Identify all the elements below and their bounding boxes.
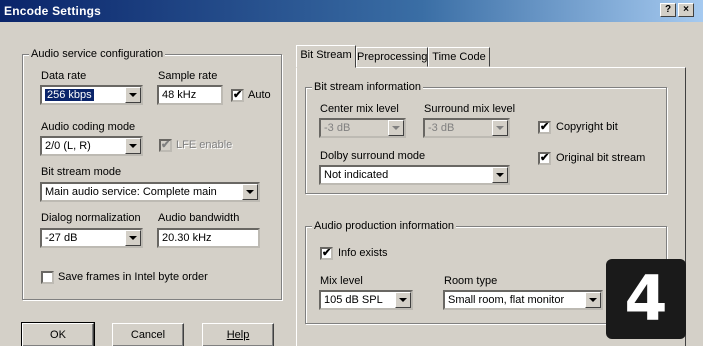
chevron-down-icon[interactable] — [125, 87, 141, 103]
data-rate-select[interactable]: 256 kbps — [40, 85, 143, 105]
chevron-down-icon[interactable] — [492, 167, 508, 183]
chevron-down-icon[interactable] — [395, 292, 411, 308]
center-mix-select[interactable]: -3 dB — [319, 118, 406, 138]
auto-label: Auto — [248, 89, 271, 101]
data-rate-value: 256 kbps — [45, 89, 94, 101]
dialog-norm-label: Dialog normalization — [41, 212, 141, 224]
copyright-label: Copyright bit — [556, 121, 618, 133]
chevron-down-icon[interactable] — [125, 138, 141, 154]
sample-rate-input[interactable]: 48 kHz — [157, 85, 223, 105]
mix-level-select[interactable]: 105 dB SPL — [319, 290, 413, 310]
original-bitstream-checkbox[interactable]: ✔ — [538, 152, 551, 165]
bandwidth-value: 20.30 kHz — [162, 232, 212, 244]
window-title: Encode Settings — [4, 4, 102, 18]
surround-mix-value: -3 dB — [428, 122, 455, 134]
encode-settings-dialog: Encode Settings ? × Audio service config… — [0, 0, 703, 346]
group-legend: Audio service configuration — [29, 48, 166, 60]
info-exists-label: Info exists — [338, 247, 388, 259]
step-number-badge: 4 — [606, 259, 686, 339]
chevron-down-icon[interactable] — [242, 184, 258, 200]
dolby-surround-select[interactable]: Not indicated — [319, 165, 510, 185]
data-rate-label: Data rate — [41, 70, 87, 82]
group-legend: Audio production information — [312, 220, 457, 232]
surround-mix-select[interactable]: -3 dB — [423, 118, 510, 138]
help-icon[interactable]: ? — [660, 3, 676, 17]
save-frames-label: Save frames in Intel byte order — [58, 271, 208, 283]
room-type-value: Small room, flat monitor — [448, 294, 565, 306]
tab-time-code[interactable]: Time Code — [428, 47, 490, 67]
lfe-checkbox[interactable]: ✔ — [159, 139, 172, 152]
dolby-surround-label: Dolby surround mode — [320, 150, 426, 162]
cancel-button[interactable]: Cancel — [112, 323, 184, 346]
help-button[interactable]: Help — [202, 323, 274, 346]
bit-stream-mode-select[interactable]: Main audio service: Complete main — [40, 182, 260, 202]
room-type-label: Room type — [444, 275, 498, 287]
save-frames-checkbox[interactable] — [41, 271, 54, 284]
chevron-down-icon[interactable] — [585, 292, 601, 308]
bandwidth-input[interactable]: 20.30 kHz — [157, 228, 260, 248]
original-bitstream-label: Original bit stream — [556, 152, 646, 164]
mix-level-label: Mix level — [320, 275, 363, 287]
chevron-down-icon[interactable] — [492, 120, 508, 136]
chevron-down-icon[interactable] — [388, 120, 404, 136]
tab-preprocessing[interactable]: Preprocessing — [356, 47, 428, 67]
lfe-label: LFE enable — [176, 139, 233, 151]
bit-stream-mode-value: Main audio service: Complete main — [45, 186, 217, 198]
chevron-down-icon[interactable] — [125, 230, 141, 246]
surround-mix-label: Surround mix level — [424, 103, 516, 115]
copyright-checkbox[interactable]: ✔ — [538, 121, 551, 134]
bit-stream-mode-label: Bit stream mode — [41, 166, 122, 178]
group-legend: Bit stream information — [312, 81, 423, 93]
ok-button[interactable]: OK — [21, 322, 95, 346]
dolby-surround-value: Not indicated — [324, 169, 389, 181]
room-type-select[interactable]: Small room, flat monitor — [443, 290, 603, 310]
mix-level-value: 105 dB SPL — [324, 294, 383, 306]
auto-checkbox[interactable]: ✔ — [231, 89, 244, 102]
sample-rate-value: 48 kHz — [162, 89, 197, 101]
bandwidth-label: Audio bandwidth — [158, 212, 240, 224]
info-exists-checkbox[interactable]: ✔ — [320, 247, 333, 260]
sample-rate-label: Sample rate — [158, 70, 218, 82]
center-mix-value: -3 dB — [324, 122, 351, 134]
tab-bit-stream[interactable]: Bit Stream — [296, 45, 356, 68]
dialog-norm-value: -27 dB — [45, 232, 78, 244]
coding-mode-select[interactable]: 2/0 (L, R) — [40, 136, 143, 156]
title-bar: Encode Settings ? × — [0, 0, 703, 22]
close-icon[interactable]: × — [678, 3, 694, 17]
coding-mode-label: Audio coding mode — [41, 121, 136, 133]
coding-mode-value: 2/0 (L, R) — [45, 140, 91, 152]
dialog-norm-select[interactable]: -27 dB — [40, 228, 143, 248]
center-mix-label: Center mix level — [320, 103, 399, 115]
